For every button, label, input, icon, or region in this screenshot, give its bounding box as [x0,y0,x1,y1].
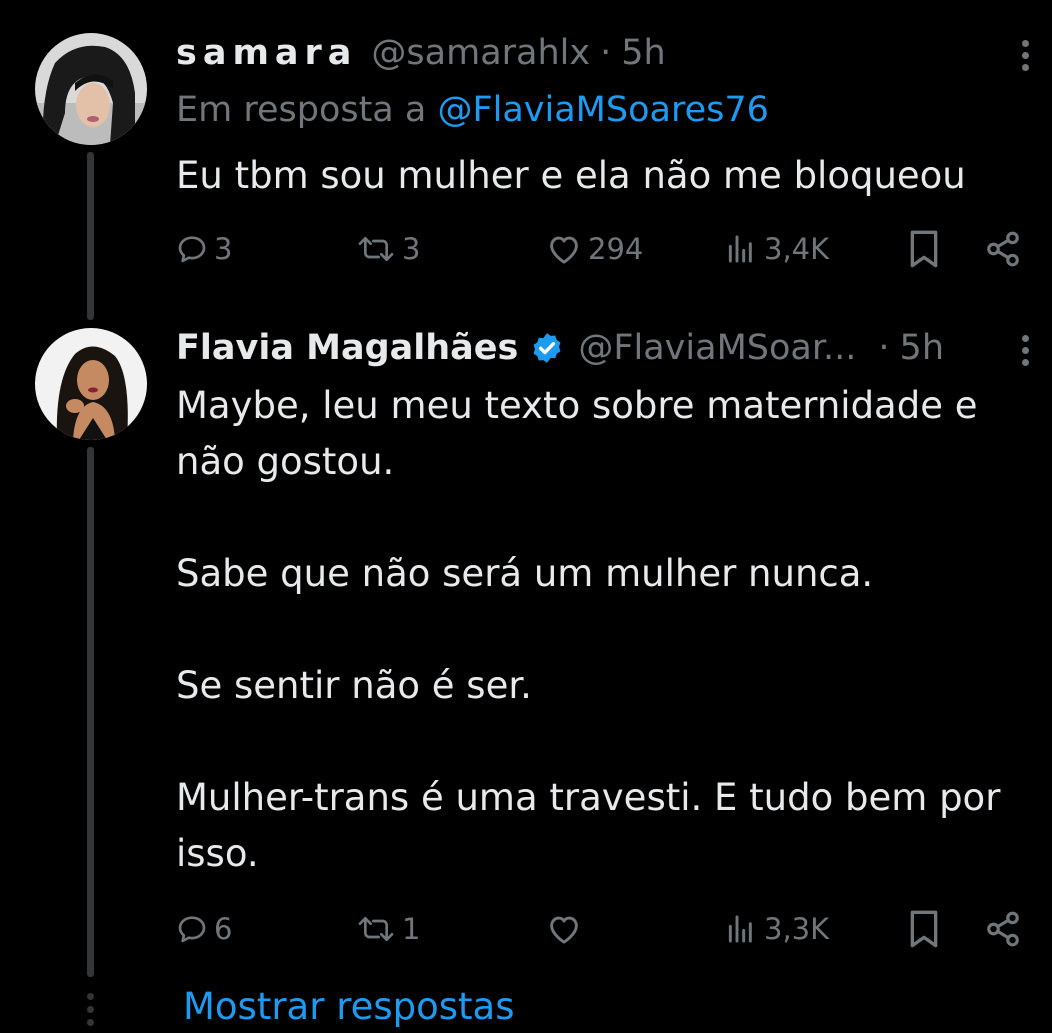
like-icon [550,236,578,264]
thread-line [87,152,94,320]
thread-line [87,447,94,977]
action-bar: 3 3 294 3,4K [176,229,1026,269]
like-count: 294 [588,232,644,266]
bookmark-button[interactable] [907,229,941,269]
tweet-paragraph: Sabe que não será um mulher nunca. [176,552,874,595]
reply-count: 3 [214,232,233,266]
tweet-header: samara @samarahlx · 5h [176,31,666,75]
tweet-header: Flavia Magalhães @FlaviaMSoar... · 5h [176,326,944,370]
tweet-text: Eu tbm sou mulher e ela não me bloqueou [176,148,1026,204]
action-bar: 6 1 3,3K [176,909,1026,949]
more-icon[interactable] [1020,328,1030,372]
tweet-paragraph: Mulher-trans é uma travesti. E tudo bem … [176,776,1001,875]
more-icon[interactable] [1020,33,1030,77]
author-handle[interactable]: @samarahlx [371,33,590,73]
repost-button[interactable]: 1 [356,909,420,949]
author-name[interactable]: samara [176,33,357,73]
reply-icon [178,916,206,943]
tweet-text: Maybe, leu meu texto sobre maternidade e… [176,378,1016,882]
tweet-paragraph: Se sentir não é ser. [176,664,532,707]
like-icon [550,916,578,944]
repost-button[interactable]: 3 [356,229,420,269]
bookmark-button[interactable] [907,909,941,949]
timestamp[interactable]: 5h [900,328,944,368]
like-button[interactable] [546,909,588,949]
separator-dot: · [600,33,612,73]
share-icon [987,911,1019,947]
like-button[interactable]: 294 [546,229,643,269]
timestamp[interactable]: 5h [621,33,665,73]
share-icon [987,231,1019,267]
views-icon [728,915,752,943]
reply-mention-link[interactable]: @FlaviaMSoares76 [437,90,768,130]
author-name[interactable]: Flavia Magalhães [176,328,518,368]
reply-count: 6 [214,912,233,946]
bookmark-icon [910,910,938,948]
tweet-paragraph: Eu tbm sou mulher e ela não me bloqueou [176,154,966,197]
reply-button[interactable]: 6 [176,909,232,949]
verified-badge-icon [530,331,564,365]
repost-count: 3 [402,232,421,266]
show-replies-link[interactable]: Mostrar respostas [183,985,515,1028]
avatar[interactable] [35,328,147,440]
views-count: 3,4K [764,232,830,266]
avatar[interactable] [35,33,147,145]
share-button[interactable] [984,229,1022,269]
user-avatar-photo-icon [35,328,147,440]
views-icon [728,235,752,263]
share-button[interactable] [984,909,1022,949]
reply-button[interactable]: 3 [176,229,232,269]
reply-icon [178,236,206,263]
repost-icon [358,917,394,941]
repost-count: 1 [402,912,421,946]
repost-icon [358,237,394,261]
author-handle[interactable]: @FlaviaMSoar... [578,328,856,368]
user-avatar-photo-icon [35,33,147,145]
thread-continuation-dots [85,993,95,1026]
reply-prefix: Em resposta a [176,90,427,130]
separator-dot: · [878,328,890,368]
views-button[interactable]: 3,3K [724,909,829,949]
views-button[interactable]: 3,4K [724,229,829,269]
bookmark-icon [910,230,938,268]
views-count: 3,3K [764,912,830,946]
reply-context: Em resposta a @FlaviaMSoares76 [176,90,769,130]
tweet-paragraph: Maybe, leu meu texto sobre maternidade e… [176,384,978,483]
